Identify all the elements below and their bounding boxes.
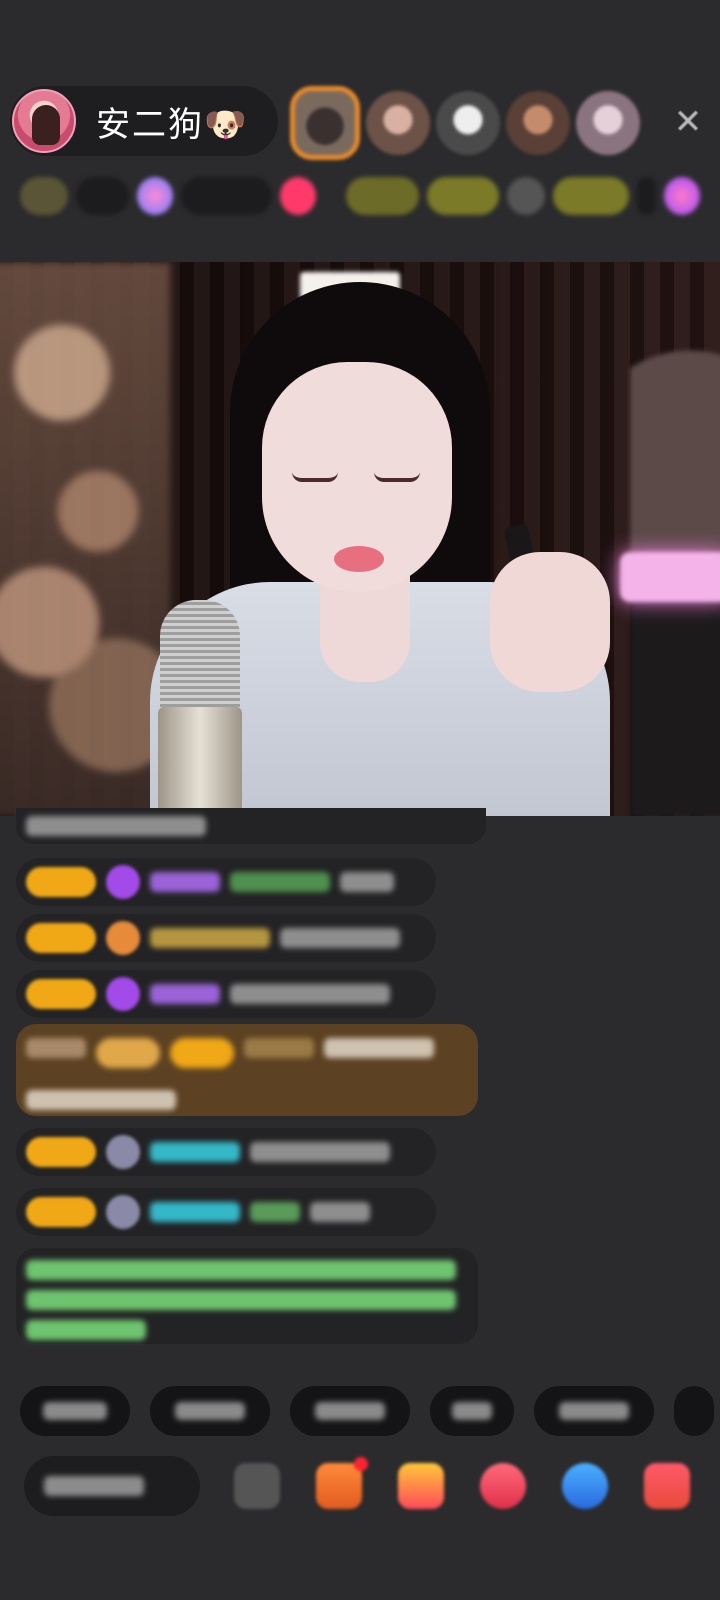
fan-badge	[26, 923, 96, 953]
info-chip	[180, 177, 273, 215]
left-eye	[292, 472, 338, 482]
notification-dot	[354, 1457, 368, 1471]
host-info[interactable]: 安二狗🐶	[10, 86, 278, 156]
streamer-face	[262, 362, 452, 592]
microphone-body	[158, 707, 242, 816]
more-icon[interactable]	[234, 1463, 280, 1509]
fan-badge	[26, 1197, 96, 1227]
diamond-icon	[106, 977, 140, 1011]
user-avatar	[106, 1135, 140, 1169]
christmas-tree	[0, 262, 170, 816]
chat-message[interactable]	[16, 970, 436, 1018]
follow-icon[interactable]	[280, 177, 317, 215]
rank-chip[interactable]	[346, 177, 419, 215]
live-video[interactable]	[0, 262, 720, 816]
viewer-avatar[interactable]	[506, 91, 570, 155]
quick-reply-button[interactable]	[534, 1386, 654, 1436]
message-text	[250, 1142, 390, 1162]
quick-reply-button[interactable]	[430, 1386, 514, 1436]
lips	[334, 546, 384, 572]
message-text	[340, 872, 394, 892]
comment-input[interactable]	[24, 1456, 200, 1516]
message-text	[26, 1090, 176, 1110]
quick-reply-button[interactable]	[290, 1386, 410, 1436]
host-name[interactable]: 安二狗🐶	[96, 97, 248, 146]
notice-text	[26, 1290, 456, 1310]
viewer-avatar[interactable]	[366, 91, 430, 155]
level-badge	[96, 1038, 160, 1068]
chat-message[interactable]	[16, 1188, 436, 1236]
fan-badge	[26, 867, 96, 897]
message-text	[324, 1038, 434, 1058]
rank-chip[interactable]	[426, 177, 499, 215]
username[interactable]	[150, 872, 220, 892]
username[interactable]	[150, 928, 270, 948]
top-viewer-avatar[interactable]	[290, 86, 360, 160]
fans-icon	[136, 177, 173, 215]
user-avatar	[106, 1195, 140, 1229]
fan-badge	[26, 979, 96, 1009]
notice-text	[26, 1260, 456, 1280]
fan-badge	[170, 1038, 234, 1068]
diamond-icon	[106, 865, 140, 899]
red-envelope-icon[interactable]	[480, 1463, 526, 1509]
info-chip	[75, 177, 129, 215]
message-text	[230, 984, 390, 1004]
tag	[26, 1038, 86, 1058]
bottom-toolbar	[24, 1454, 714, 1518]
system-notice	[16, 1248, 478, 1344]
message-text	[310, 1202, 370, 1222]
shop-icon[interactable]	[644, 1463, 690, 1509]
fan-level-icon	[106, 921, 140, 955]
info-chip	[506, 177, 545, 215]
right-eye	[374, 472, 420, 482]
username[interactable]	[150, 1142, 240, 1162]
message-text	[280, 928, 400, 948]
quick-reply-button[interactable]	[20, 1386, 130, 1436]
gift-icon[interactable]	[398, 1463, 444, 1509]
host-avatar[interactable]	[12, 89, 76, 153]
live-stream-screen: 安二狗🐶 ✕	[0, 0, 720, 1600]
message-text	[26, 816, 206, 836]
viewer-avatar[interactable]	[576, 91, 640, 155]
fan-badge	[26, 1137, 96, 1167]
gift-box-icon[interactable]	[316, 1457, 368, 1509]
close-icon[interactable]: ✕	[668, 102, 708, 142]
room-info-bar	[20, 172, 700, 220]
target-username[interactable]	[230, 872, 330, 892]
neon-sign	[620, 552, 720, 602]
top-viewers-list	[290, 86, 640, 160]
target-username[interactable]	[250, 1202, 300, 1222]
chat-message[interactable]	[16, 808, 486, 844]
notice-text	[26, 1320, 146, 1340]
streamer-hand	[490, 552, 610, 692]
quick-reply-row	[20, 1386, 720, 1436]
gift-icon[interactable]	[663, 177, 700, 215]
info-chip	[636, 177, 656, 215]
username[interactable]	[150, 1202, 240, 1222]
chat-message[interactable]	[16, 914, 436, 962]
username[interactable]	[150, 984, 220, 1004]
username[interactable]	[244, 1038, 314, 1058]
highlight-message[interactable]	[16, 1024, 478, 1116]
game-icon[interactable]	[562, 1463, 608, 1509]
chat-message[interactable]	[16, 858, 436, 906]
level-badge	[20, 177, 68, 215]
chat-message[interactable]	[16, 1128, 436, 1176]
quick-reply-button[interactable]	[674, 1386, 714, 1436]
viewer-avatar[interactable]	[436, 91, 500, 155]
quick-reply-button[interactable]	[150, 1386, 270, 1436]
rank-chip[interactable]	[552, 177, 629, 215]
